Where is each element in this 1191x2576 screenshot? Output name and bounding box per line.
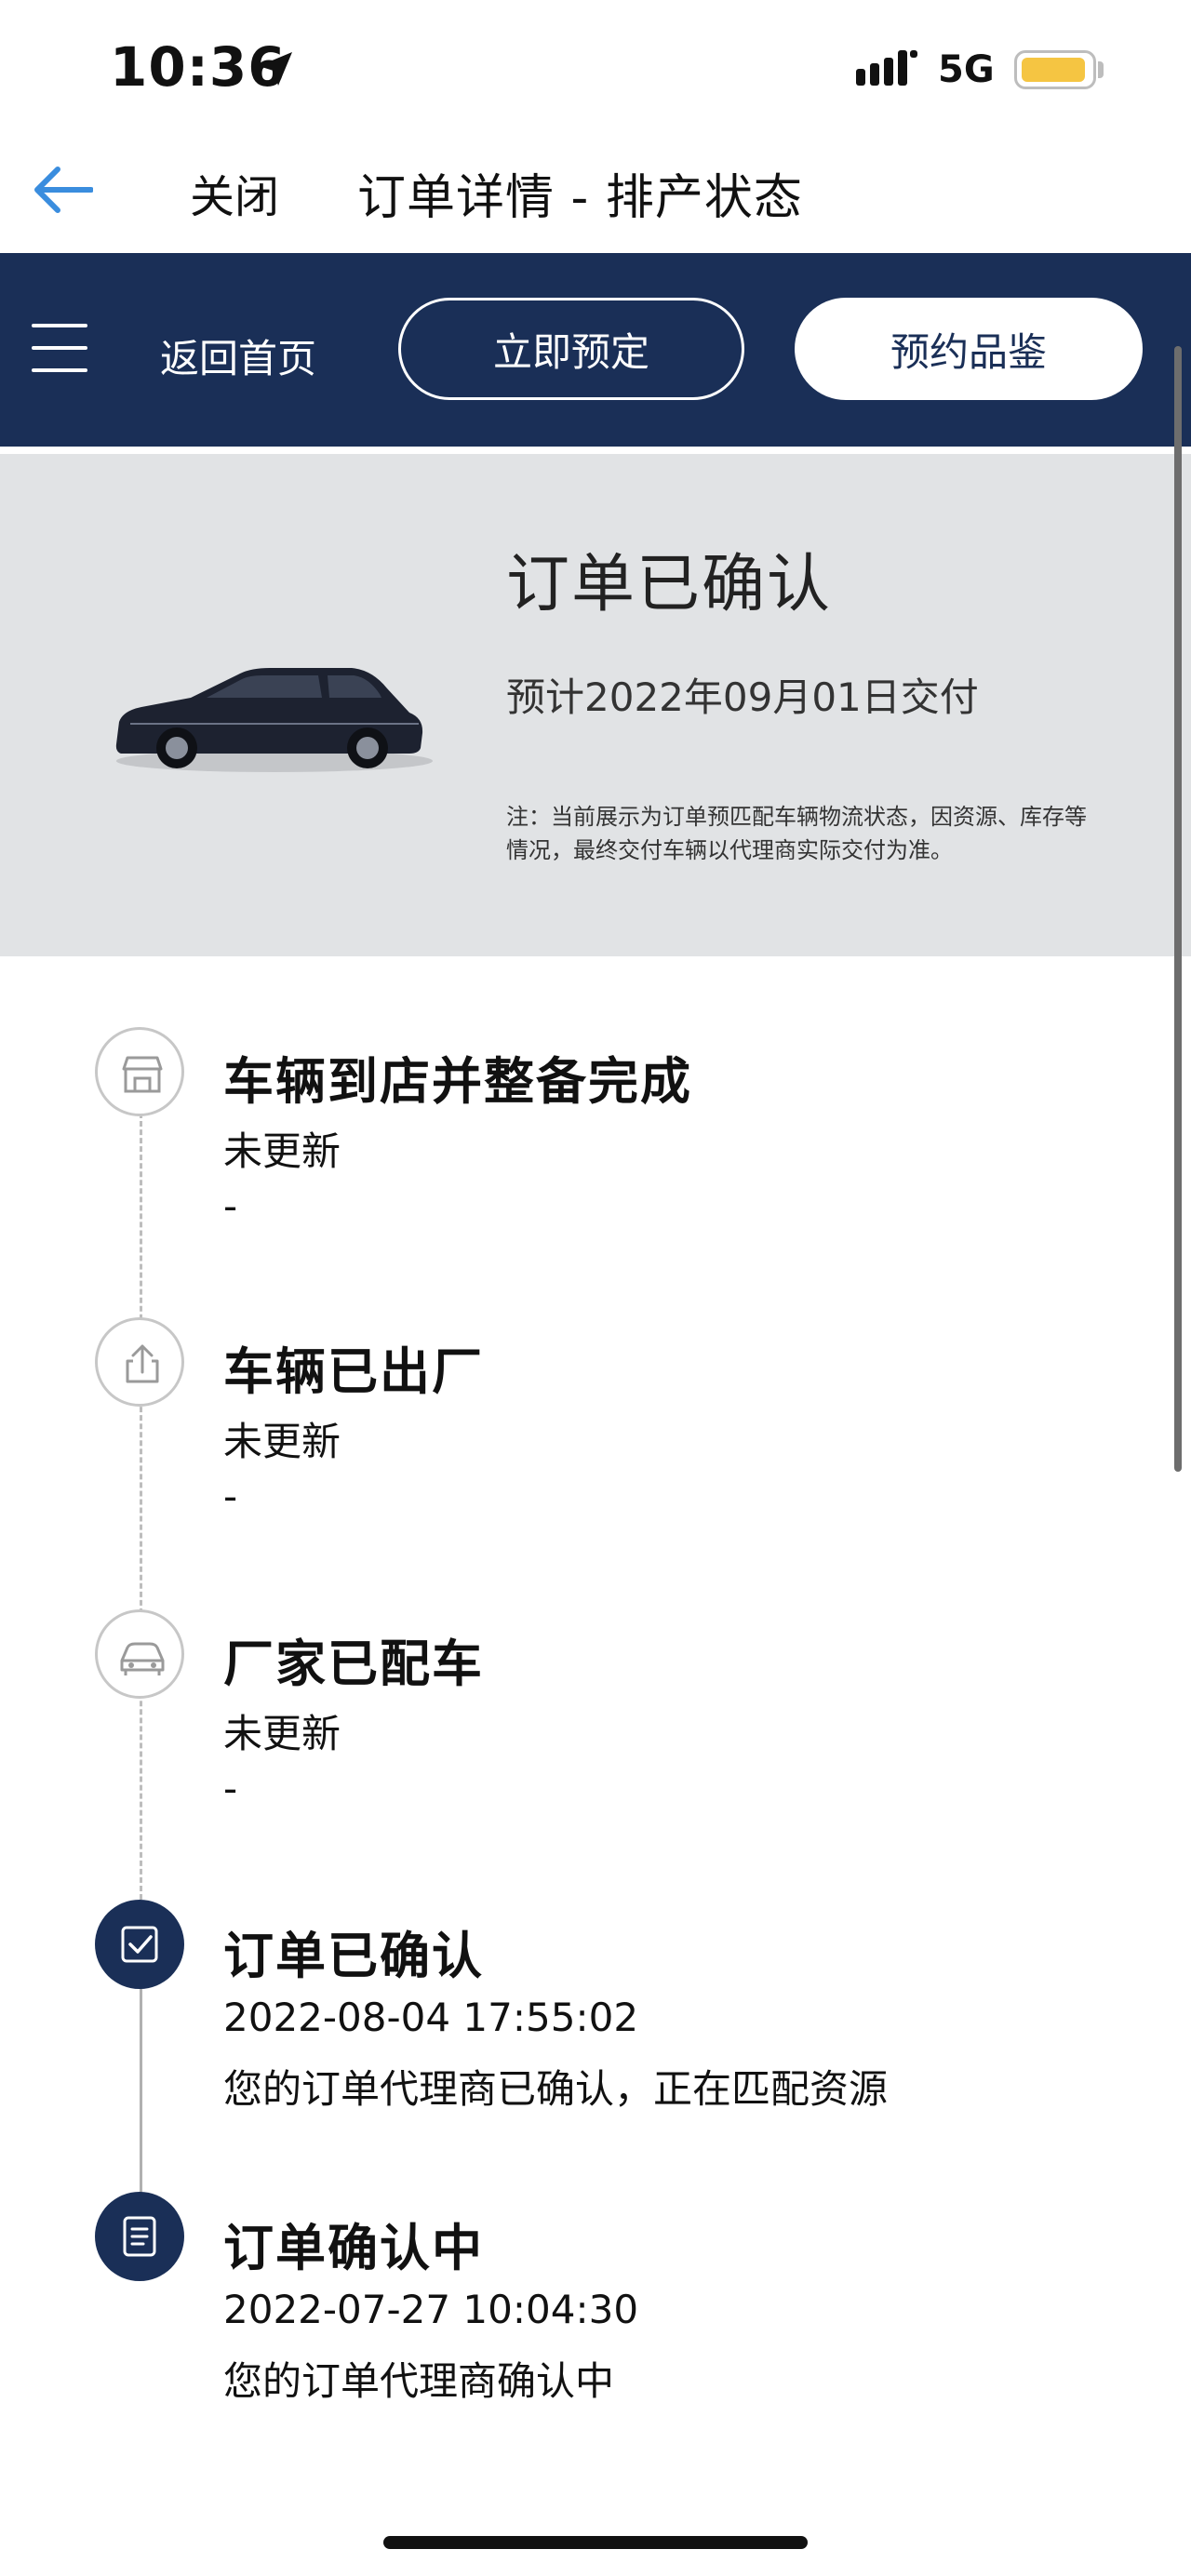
status-bar: 10:36 5G xyxy=(0,0,1191,140)
timeline-step-detail: - xyxy=(223,1183,238,1229)
network-label: 5G xyxy=(938,48,995,91)
signal-icon xyxy=(856,50,917,86)
timeline-step-title: 订单确认中 xyxy=(223,2219,484,2277)
document-icon xyxy=(95,2192,184,2281)
timeline-connector-done xyxy=(140,1987,142,2194)
book-viewing-button[interactable]: 预约品鉴 xyxy=(795,298,1143,400)
store-icon xyxy=(95,1027,184,1116)
order-status-hero: 订单已确认 预计2022年09月01日交付 注：当前展示为订单预匹配车辆物流状态… xyxy=(0,454,1191,956)
check-icon xyxy=(95,1900,184,1989)
timeline-step-status: 未更新 xyxy=(223,1711,341,1756)
hero-status-title: 订单已确认 xyxy=(506,548,833,621)
battery-tip xyxy=(1098,61,1104,78)
location-arrow-icon xyxy=(259,52,292,86)
timeline-step-title: 订单已确认 xyxy=(223,1927,484,1985)
timeline-step-detail: - xyxy=(223,1474,238,1519)
car-image xyxy=(115,668,433,772)
scrollbar[interactable] xyxy=(1174,346,1182,1472)
delivery-note: 注：当前展示为订单预匹配车辆物流状态，因资源、库存等情况，最终交付车辆以代理商实… xyxy=(506,804,1087,863)
timeline-step-title: 车辆到店并整备完成 xyxy=(223,1052,692,1111)
timeline-connector-pending xyxy=(140,1113,142,1900)
timeline-step-status: 未更新 xyxy=(223,1419,341,1464)
timeline-step-time: 2022-07-27 10:04:30 xyxy=(223,2287,639,2332)
timeline-step-detail: 您的订单代理商已确认，正在匹配资源 xyxy=(223,2066,889,2112)
upload-icon xyxy=(95,1317,184,1407)
menu-icon[interactable] xyxy=(32,324,87,372)
home-link[interactable]: 返回首页 xyxy=(160,327,316,384)
timeline-step-detail: 您的订单代理商确认中 xyxy=(223,2358,615,2404)
home-indicator[interactable] xyxy=(383,2536,808,2549)
car-icon xyxy=(95,1609,184,1699)
timeline-step-time: 2022-08-04 17:55:02 xyxy=(223,1995,639,2040)
page-title: 订单详情 - 排产状态 xyxy=(357,170,803,226)
close-button[interactable]: 关闭 xyxy=(190,160,279,225)
timeline-step-status: 未更新 xyxy=(223,1128,341,1174)
timeline-step-title: 厂家已配车 xyxy=(223,1635,484,1693)
top-navbar: 返回首页 立即预定 预约品鉴 xyxy=(0,253,1191,447)
battery-icon xyxy=(1014,50,1096,89)
back-arrow-icon[interactable] xyxy=(30,164,93,216)
timeline-step-detail: - xyxy=(223,1766,238,1811)
book-now-button[interactable]: 立即预定 xyxy=(398,298,744,400)
timeline-step-title: 车辆已出厂 xyxy=(223,1342,484,1401)
estimated-delivery: 预计2022年09月01日交付 xyxy=(506,674,979,720)
